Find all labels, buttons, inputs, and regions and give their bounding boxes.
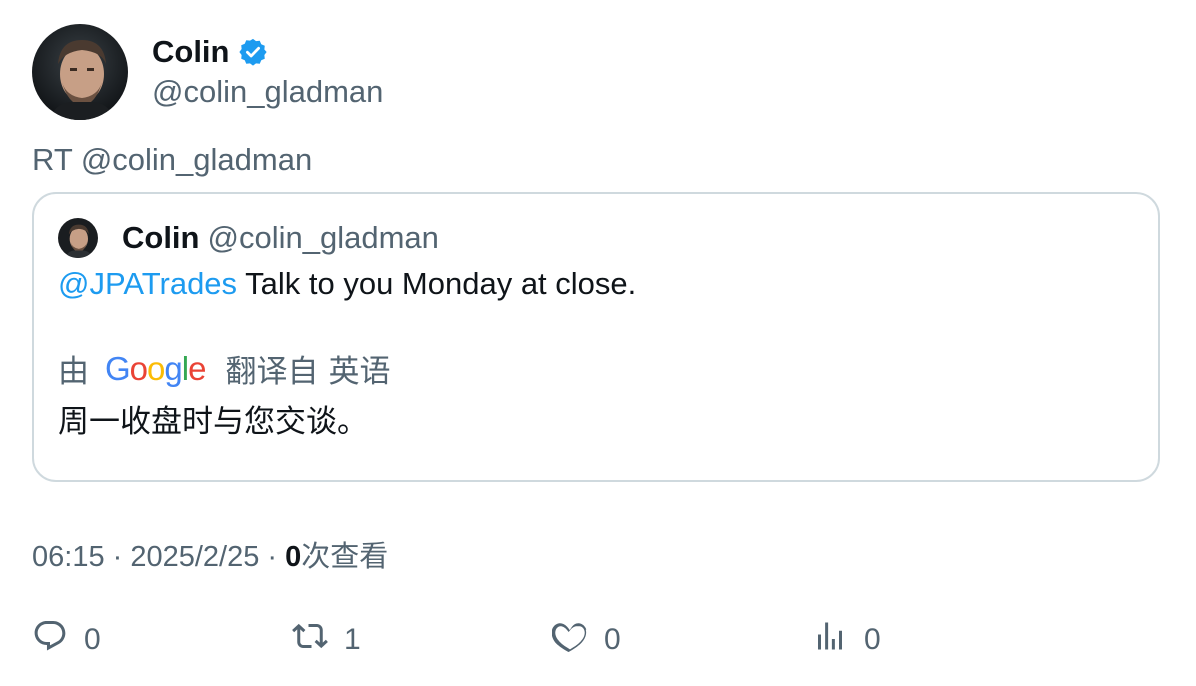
google-logo-letter: G (105, 349, 131, 387)
tweet-actions: 0 1 0 0 (32, 618, 1132, 662)
meta-separator: · (104, 541, 131, 573)
meta-separator: · (259, 541, 286, 573)
google-logo-letter: g (164, 349, 182, 387)
retweet-icon (292, 618, 328, 662)
like-count: 0 (604, 623, 621, 656)
views-icon (812, 618, 848, 662)
tweet-meta: 06:15 · 2025/2/25 · 0次查看 (32, 533, 388, 575)
quoted-tweet-header: Colin @colin_gladman (58, 218, 439, 258)
like-button[interactable]: 0 (551, 618, 621, 662)
like-icon (551, 618, 588, 662)
quoted-display-name: Colin (122, 220, 200, 255)
google-logo-letter: e (188, 349, 206, 387)
views-action-count: 0 (864, 623, 881, 656)
google-logo-letter: o (129, 349, 148, 387)
display-name-row: Colin (152, 34, 383, 70)
reply-icon (32, 618, 68, 662)
quoted-tweet-body: Talk to you Monday at close. (237, 266, 637, 301)
quoted-tweet-card[interactable]: Colin @colin_gladman @JPATrades Talk to … (32, 192, 1160, 482)
tweet-date[interactable]: 2025/2/25 (130, 541, 259, 573)
verified-badge-icon (238, 37, 268, 67)
quoted-avatar[interactable] (58, 218, 98, 258)
views-count: 0 (285, 541, 302, 573)
translation-language: 英语 (328, 354, 391, 389)
reply-button[interactable]: 0 (32, 618, 101, 662)
retweet-count: 1 (344, 623, 361, 656)
views-label: 次查看 (301, 541, 389, 573)
google-logo-letter: o (147, 349, 165, 387)
translation-prefix: 由 (58, 354, 89, 389)
quoted-handle: @colin_gladman (207, 220, 439, 255)
retweet-button[interactable]: 1 (292, 618, 361, 662)
author-display-name[interactable]: Colin (152, 34, 230, 70)
tweet-header: Colin @colin_gladman (32, 24, 383, 120)
translated-text: 周一收盘时与您交谈。 (58, 404, 368, 439)
author-handle[interactable]: @colin_gladman (152, 74, 383, 110)
avatar[interactable] (32, 24, 128, 120)
mention-link[interactable]: @JPATrades (58, 266, 237, 301)
reply-count: 0 (84, 623, 101, 656)
translation-suffix: 翻译自 (225, 354, 319, 389)
google-logo: Google (105, 349, 206, 388)
tweet-time[interactable]: 06:15 (32, 541, 105, 573)
retweet-text: RT @colin_gladman (32, 142, 313, 177)
views-button[interactable]: 0 (812, 618, 881, 662)
author-names: Colin @colin_gladman (152, 34, 383, 110)
translation-attribution: 由 Google 翻译自 英语 (58, 346, 390, 391)
quoted-tweet-text: @JPATrades Talk to you Monday at close. (58, 266, 636, 302)
